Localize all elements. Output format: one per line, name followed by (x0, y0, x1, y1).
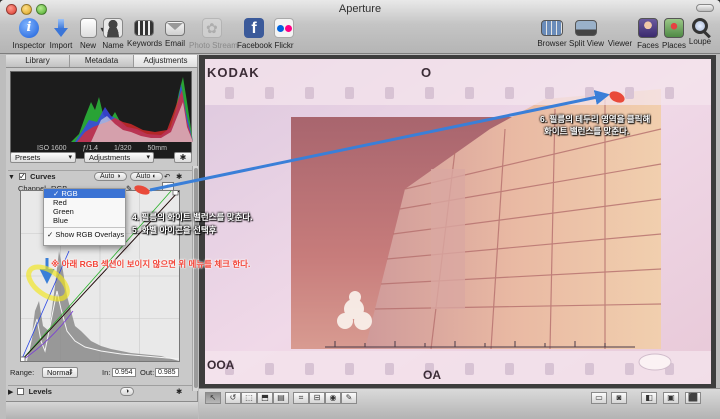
annotation-overlay (26, 90, 625, 302)
aperture-window: Aperture i Inspector Import New Name Key… (0, 0, 720, 419)
annotation-warning: ※ 아래 RGB 섹션이 보이지 않으면 위 메뉴를 체크 한다. (51, 259, 251, 269)
annotation-arrow-to-film-edge (149, 90, 610, 192)
click-marker-eyedropper (134, 185, 150, 195)
annotation-step6-line2: 화이트 밸런스를 맞춘다. (544, 126, 630, 136)
click-marker-film-edge (609, 91, 625, 103)
annotation-step5: 5. 화벨 아이콘을 선택후 (132, 225, 217, 235)
annotation-step6-line1: 6. 필름의 테두리 영역을 클릭해 (540, 114, 651, 124)
annotation-step4: 4. 필름의 화이트 밸런스를 맞춘다. (132, 212, 253, 222)
